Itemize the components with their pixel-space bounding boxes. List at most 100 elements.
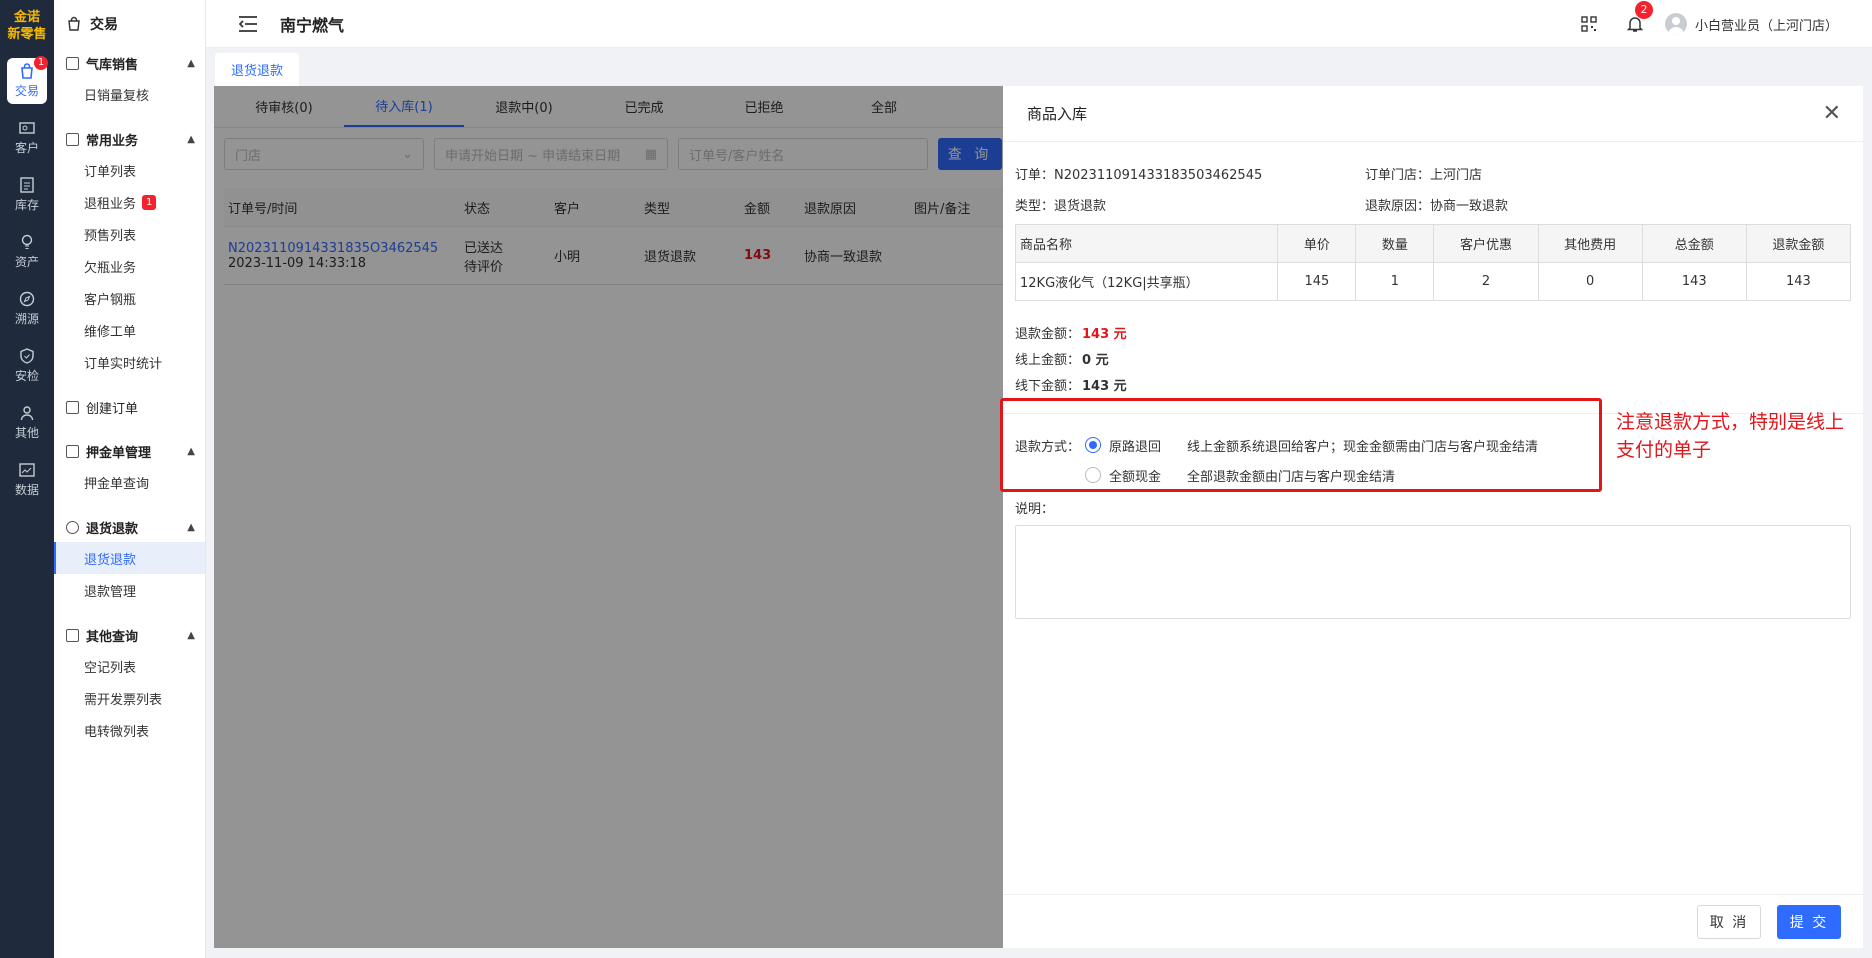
rail-item-assets[interactable]: 资产 xyxy=(0,223,54,280)
store-value: 上河门店 xyxy=(1430,168,1483,183)
group-label: 常用业务 xyxy=(86,133,139,149)
compass-icon xyxy=(19,291,35,307)
top-bar: 南宁燃气 2 小白营业员（上河门店） xyxy=(206,0,1872,48)
menu-group-deposit[interactable]: 押金单管理 ▲ xyxy=(54,436,205,466)
rail-label: 其他 xyxy=(14,426,39,440)
menu-group-gas-sales[interactable]: 气库销售 ▲ xyxy=(54,48,205,78)
qrcode-icon[interactable] xyxy=(1581,16,1597,32)
rail-label: 库存 xyxy=(14,198,39,212)
menu-item-returns[interactable]: 退货退款 xyxy=(54,542,205,574)
column-header: 单价 xyxy=(1277,224,1357,263)
goods-discount: 2 xyxy=(1433,262,1539,301)
menu-group-common[interactable]: 常用业务 ▲ xyxy=(54,124,205,154)
goods-table: 商品名称 单价 数量 客户优惠 其他费用 总金额 退款金额 12KG液化气（12… xyxy=(1014,224,1852,301)
remark-textarea[interactable] xyxy=(1015,525,1851,619)
side-menu: 交易 气库销售 ▲ 日销量复核 常用业务 ▲ 订单列表 退租业务 1 预售列表 欠… xyxy=(54,0,206,958)
menu-item-label: 退租业务 xyxy=(84,196,137,212)
chevron-up-icon: ▲ xyxy=(187,57,195,69)
drawer-header: 商品入库 ✕ xyxy=(1003,86,1863,142)
menu-item-deposit-query[interactable]: 押金单查询 xyxy=(54,466,205,498)
menu-item-customer-cylinders[interactable]: 客户钢瓶 xyxy=(54,282,205,314)
chevron-up-icon: ▲ xyxy=(187,521,195,533)
goods-total: 143 xyxy=(1641,262,1747,301)
column-header: 其他费用 xyxy=(1537,224,1643,263)
notification-badge: 1 xyxy=(34,56,48,70)
rail-item-inventory[interactable]: 库存 xyxy=(0,166,54,223)
shield-icon xyxy=(20,348,34,364)
return-icon xyxy=(66,520,79,534)
group-label: 气库销售 xyxy=(86,57,139,73)
avatar[interactable] xyxy=(1664,13,1687,35)
rail-item-other[interactable]: 其他 xyxy=(0,394,54,451)
rail-item-safety[interactable]: 安检 xyxy=(0,337,54,394)
online-amount-label: 线上金额： xyxy=(1015,352,1081,368)
goods-qty: 1 xyxy=(1355,262,1435,301)
column-header: 数量 xyxy=(1355,224,1435,263)
reason-value: 协商一致退款 xyxy=(1430,199,1509,214)
cancel-button[interactable]: 取 消 xyxy=(1697,905,1761,939)
menu-item-empty-records[interactable]: 空记列表 xyxy=(54,650,205,682)
document-icon xyxy=(66,56,79,70)
scrollbar[interactable] xyxy=(1863,86,1872,948)
menu-item-refund-mgmt[interactable]: 退款管理 xyxy=(54,574,205,606)
menu-item-owed-bottles[interactable]: 欠瓶业务 xyxy=(54,250,205,282)
type-value: 退货退款 xyxy=(1054,199,1107,214)
goods-other-fee: 0 xyxy=(1537,262,1643,301)
rail-label: 交易 xyxy=(14,84,39,98)
close-icon[interactable]: ✕ xyxy=(1823,101,1841,126)
rail-label: 资产 xyxy=(14,255,39,269)
menu-item-repair[interactable]: 维修工单 xyxy=(54,314,205,346)
menu-item-invoice-list[interactable]: 需开发票列表 xyxy=(54,682,205,714)
page-tab-returns[interactable]: 退货退款 xyxy=(215,53,300,86)
refund-amount-value: 143 元 xyxy=(1082,326,1127,342)
plus-square-icon xyxy=(66,400,79,414)
menu-fold-icon[interactable] xyxy=(238,15,258,32)
icon-rail: 金诺 新零售 交易 1 客户 库存 资产 溯源 安检 其他 数据 xyxy=(0,0,54,958)
logo-text: 金诺 xyxy=(13,10,40,25)
menu-item-presale[interactable]: 预售列表 xyxy=(54,218,205,250)
column-header: 总金额 xyxy=(1641,224,1747,263)
bulb-icon xyxy=(21,234,33,249)
order-info: 订单：N202311091433183503462545 订单门店：上河门店 类… xyxy=(1003,142,1863,220)
app-logo: 金诺 新零售 xyxy=(0,0,54,52)
menu-item-order-list[interactable]: 订单列表 xyxy=(54,154,205,186)
person-icon xyxy=(20,406,34,421)
document-icon xyxy=(66,132,79,146)
goods-refund: 143 xyxy=(1745,262,1852,301)
page-tab-strip: 退货退款 xyxy=(206,48,1872,86)
online-amount-value: 0 元 xyxy=(1082,352,1109,368)
rail-item-trace[interactable]: 溯源 xyxy=(0,280,54,337)
goods-price: 145 xyxy=(1277,262,1357,301)
user-name[interactable]: 小白营业员（上河门店） xyxy=(1695,15,1838,34)
rail-item-customer[interactable]: 客户 xyxy=(0,109,54,166)
menu-item-daily-review[interactable]: 日销量复核 xyxy=(54,78,205,110)
remark-label: 说明： xyxy=(1015,502,1055,517)
chevron-up-icon: ▲ xyxy=(187,133,195,145)
group-label: 退货退款 xyxy=(86,521,139,537)
rail-item-trade[interactable]: 交易 1 xyxy=(0,52,54,109)
company-title: 南宁燃气 xyxy=(280,15,345,35)
rail-item-data[interactable]: 数据 xyxy=(0,451,54,508)
drawer-footer: 取 消 提 交 xyxy=(1003,894,1863,948)
document-icon xyxy=(66,628,79,642)
reason-label: 退款原因： xyxy=(1365,199,1431,214)
chevron-up-icon: ▲ xyxy=(187,629,195,641)
menu-header-label: 交易 xyxy=(90,17,118,33)
menu-item-transfer-list[interactable]: 电转微列表 xyxy=(54,714,205,746)
type-label: 类型： xyxy=(1015,199,1055,214)
menu-item-return-rent[interactable]: 退租业务 1 xyxy=(54,186,205,218)
offline-amount-value: 143 元 xyxy=(1082,378,1127,394)
menu-item-realtime-stats[interactable]: 订单实时统计 xyxy=(54,346,205,378)
group-label: 其他查询 xyxy=(86,629,139,645)
notification-bell[interactable]: 2 xyxy=(1626,1,1653,33)
logo-subtitle: 新零售 xyxy=(7,27,47,42)
group-label: 押金单管理 xyxy=(86,445,152,461)
submit-button[interactable]: 提 交 xyxy=(1777,905,1841,939)
document-icon xyxy=(66,444,79,458)
refund-amount-label: 退款金额： xyxy=(1015,326,1081,342)
rail-label: 安检 xyxy=(14,369,39,383)
menu-group-create-order[interactable]: 创建订单 xyxy=(54,392,205,422)
drawer-title: 商品入库 xyxy=(1027,105,1088,123)
menu-group-other-query[interactable]: 其他查询 ▲ xyxy=(54,620,205,650)
menu-group-returns[interactable]: 退货退款 ▲ xyxy=(54,512,205,542)
